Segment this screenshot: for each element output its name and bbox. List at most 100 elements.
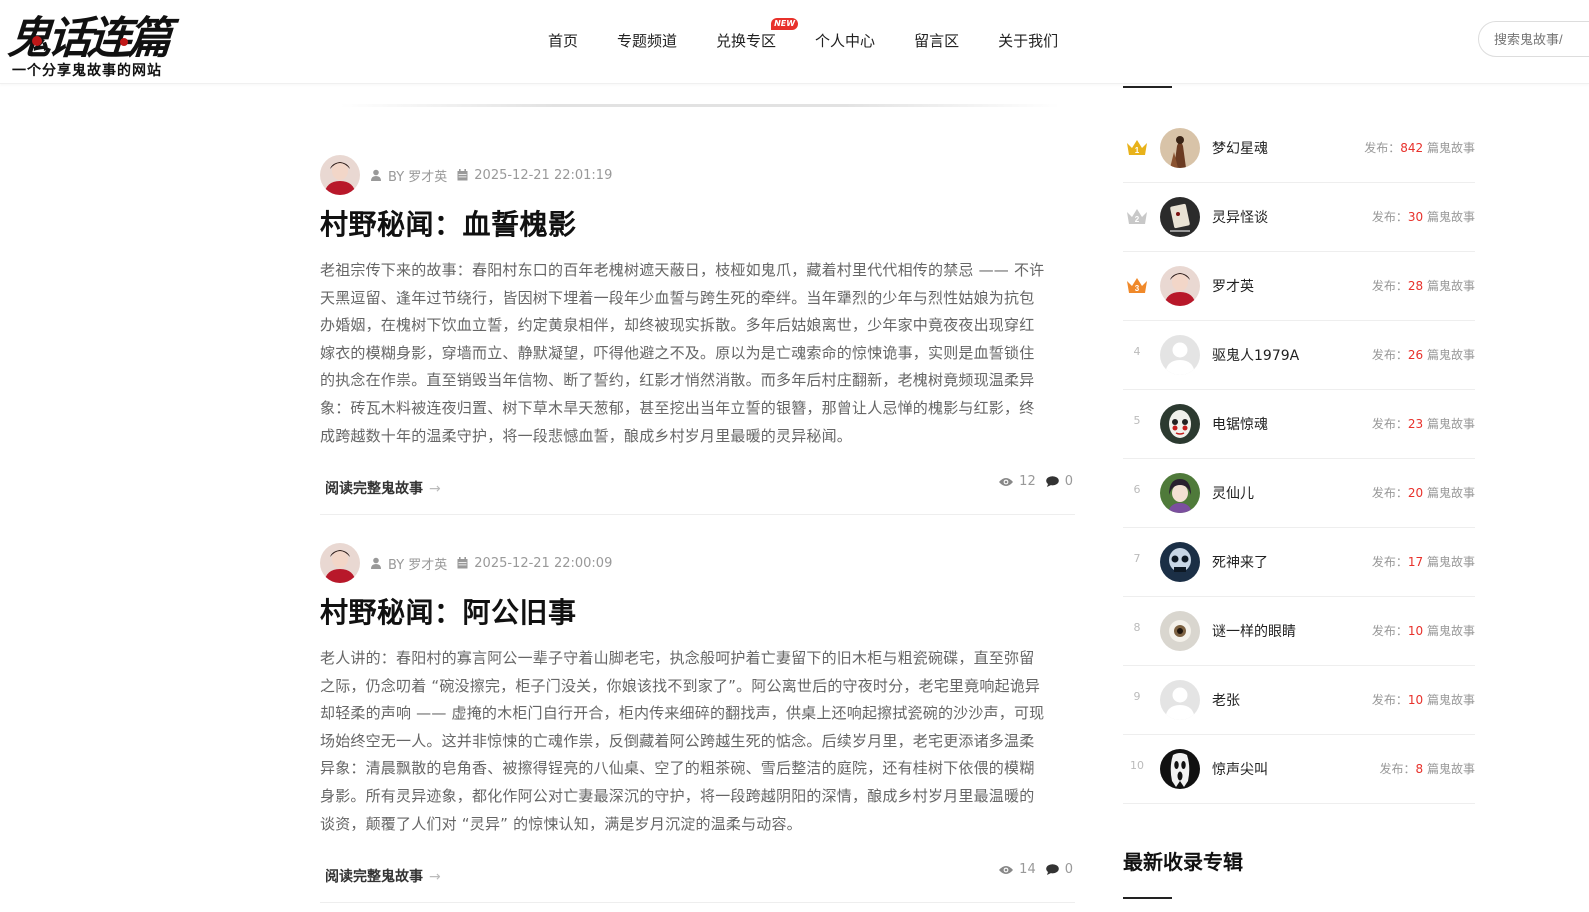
author-name: BY 罗才英 bbox=[388, 557, 448, 573]
post-count-prefix: 发布： bbox=[1371, 486, 1408, 500]
rank-number: 10 bbox=[1130, 759, 1144, 772]
user-icon bbox=[371, 169, 381, 181]
logo-red-dot bbox=[120, 38, 128, 46]
crown-icon: 1 bbox=[1127, 140, 1147, 155]
ranking-row[interactable]: 10 惊声尖叫 发布：8 篇鬼故事 bbox=[1123, 735, 1475, 804]
calendar-icon bbox=[457, 169, 468, 181]
excerpt-line: 谈资，颠覆了人们对 “灵异” 的惊悚认知，满是岁月沉淀的温柔与动容。 bbox=[320, 814, 802, 833]
nav-profile[interactable]: 个人中心 bbox=[815, 30, 875, 51]
arrow-right-icon: → bbox=[429, 481, 441, 498]
ranking-row[interactable]: 6 灵仙儿 发布：20 篇鬼故事 bbox=[1123, 459, 1475, 528]
author-meta[interactable]: BY 罗才英 bbox=[370, 166, 447, 185]
excerpt-line: 的执念在作祟。直至销毁当年信物、断了誓约，红影才悄然消散。而多年后村庄翻新，老槐… bbox=[320, 371, 1035, 390]
date-meta: 2025-12-21 22:01:19 bbox=[457, 168, 612, 183]
ranking-row[interactable]: 9 老张 发布：10 篇鬼故事 bbox=[1123, 666, 1475, 735]
excerpt-line: 天黑逗留、逢年过节绕行，皆因树下埋着一段年少血誓与跨生死的牵绊。当年犟烈的少年与… bbox=[320, 288, 1035, 307]
post-count-prefix: 发布： bbox=[1371, 210, 1408, 224]
search-input[interactable] bbox=[1478, 21, 1589, 57]
nav-exchange[interactable]: 兑换专区 NEW bbox=[716, 17, 799, 51]
author-avatar[interactable] bbox=[1160, 749, 1200, 789]
article-stats: 12 0 bbox=[999, 474, 1073, 489]
author-name[interactable]: 死神来了 bbox=[1212, 552, 1268, 572]
author-name[interactable]: 梦幻星魂 bbox=[1212, 138, 1268, 158]
author-name[interactable]: 电锯惊魂 bbox=[1212, 414, 1268, 434]
author-name[interactable]: 罗才英 bbox=[1212, 276, 1254, 296]
article-meta: BY 罗才英 2025-12-21 22:00:09 bbox=[320, 543, 1075, 583]
main-nav: 首页 专题频道 兑换专区 NEW 个人中心 留言区 关于我们 bbox=[548, 0, 1097, 80]
rank-number: 8 bbox=[1133, 621, 1141, 634]
article-title[interactable]: 村野秘闻：血誓槐影 bbox=[320, 205, 1075, 245]
ranking-row[interactable]: 2 灵异怪谈 发布：30 篇鬼故事 bbox=[1123, 183, 1475, 252]
author-name[interactable]: 谜一样的眼睛 bbox=[1212, 621, 1296, 641]
author-avatar[interactable] bbox=[1160, 266, 1200, 306]
author-avatar[interactable] bbox=[1160, 197, 1200, 237]
excerpt-line: 场始终空无一人。这并非惊悚的亡魂作祟，反倒藏着阿公跨越生死的惦念。后续岁月里，老… bbox=[320, 731, 1035, 750]
ranking-row[interactable]: 1 梦幻星魂 发布：842 篇鬼故事 bbox=[1123, 114, 1475, 183]
excerpt-line: 成跨越数十年的温柔守护，将一段悲憾血誓，酿成乡村岁月里最暖的灵异秘闻。 bbox=[320, 426, 853, 445]
excerpt-line: 之际，仍念叨着 “碗没擦完，柜子门没关，你娘该找不到家了”。阿公离世后的守夜时分… bbox=[320, 676, 1041, 695]
author-avatar[interactable] bbox=[1160, 611, 1200, 651]
latest-albums-title: 最新收录专辑 bbox=[1123, 850, 1243, 874]
article-title[interactable]: 村野秘闻：阿公旧事 bbox=[320, 593, 1075, 633]
post-count: 发布：28 篇鬼故事 bbox=[1372, 277, 1475, 294]
site-logo[interactable]: 鬼话连篇 一个分享鬼故事的网站 bbox=[6, 2, 188, 80]
author-name[interactable]: 灵异怪谈 bbox=[1212, 207, 1268, 227]
author-name[interactable]: 惊声尖叫 bbox=[1212, 759, 1268, 779]
ranking-row[interactable]: 7 死神来了 发布：17 篇鬼故事 bbox=[1123, 528, 1475, 597]
excerpt-line: 老人讲的：春阳村的寡言阿公一辈子守着山脚老宅，执念般呵护着亡妻留下的旧木柜与粗瓷… bbox=[320, 649, 1035, 667]
author-meta[interactable]: BY 罗才英 bbox=[370, 554, 447, 573]
comment-icon bbox=[1045, 864, 1059, 876]
author-avatar[interactable] bbox=[320, 543, 360, 583]
post-count-prefix: 发布： bbox=[1371, 693, 1408, 707]
nav-topics[interactable]: 专题频道 bbox=[617, 30, 677, 51]
author-avatar[interactable] bbox=[1160, 542, 1200, 582]
eye-icon bbox=[999, 477, 1014, 486]
post-count-prefix: 发布： bbox=[1371, 348, 1408, 362]
comment-icon bbox=[1045, 476, 1059, 488]
rank-number: 6 bbox=[1133, 483, 1141, 496]
post-count-number: 28 bbox=[1407, 279, 1424, 293]
ranking-row[interactable]: 8 谜一样的眼睛 发布：10 篇鬼故事 bbox=[1123, 597, 1475, 666]
article-excerpt: 老人讲的：春阳村的寡言阿公一辈子守着山脚老宅，执念般呵护着亡妻留下的旧木柜与粗瓷… bbox=[320, 645, 1075, 838]
ranking-row[interactable]: 3 罗才英 发布：28 篇鬼故事 bbox=[1123, 252, 1475, 321]
nav-about[interactable]: 关于我们 bbox=[998, 30, 1058, 51]
author-avatar[interactable] bbox=[1160, 473, 1200, 513]
post-count-prefix: 发布： bbox=[1371, 417, 1408, 431]
post-count-prefix: 发布： bbox=[1379, 762, 1416, 776]
article-footer: 阅读完整鬼故事 → 12 0 bbox=[320, 474, 1075, 510]
author-avatar[interactable] bbox=[1160, 128, 1200, 168]
nav-home[interactable]: 首页 bbox=[548, 30, 578, 51]
author-name[interactable]: 老张 bbox=[1212, 690, 1240, 710]
excerpt-line: 嫁衣的模糊身影，穿墙而立、静默凝望，吓得他避之不及。原以为是亡魂索命的惊悚诡事，… bbox=[320, 343, 1035, 362]
read-more-link[interactable]: 阅读完整鬼故事 → bbox=[325, 478, 441, 498]
author-avatar[interactable] bbox=[1160, 680, 1200, 720]
author-avatar[interactable] bbox=[320, 155, 360, 195]
nav-guestbook[interactable]: 留言区 bbox=[914, 30, 959, 51]
crown-icon: 2 bbox=[1127, 209, 1147, 224]
excerpt-line: 异象：清晨飘散的皂角香、被擦得锃亮的八仙桌、空了的粗茶碗、雪后整洁的庭院，还有桂… bbox=[320, 759, 1035, 778]
author-name[interactable]: 灵仙儿 bbox=[1212, 483, 1254, 503]
post-count-prefix: 发布： bbox=[1364, 141, 1401, 155]
post-count-suffix: 篇鬼故事 bbox=[1423, 762, 1475, 776]
post-count-prefix: 发布： bbox=[1371, 279, 1408, 293]
read-more-link[interactable]: 阅读完整鬼故事 → bbox=[325, 866, 441, 886]
author-avatar[interactable] bbox=[1160, 404, 1200, 444]
logo-subtitle: 一个分享鬼故事的网站 bbox=[12, 63, 162, 79]
calendar-icon bbox=[457, 557, 468, 569]
rank-number: 3 bbox=[1135, 284, 1140, 293]
ranking-row[interactable]: 4 驱鬼人1979A 发布：26 篇鬼故事 bbox=[1123, 321, 1475, 390]
excerpt-line: 身影。所有灵异迹象，都化作阿公对亡妻最深沉的守护，将一段跨越阴阳的深情，酿成乡村… bbox=[320, 786, 1035, 805]
post-count-suffix: 篇鬼故事 bbox=[1423, 141, 1475, 155]
post-count-number: 23 bbox=[1407, 417, 1424, 431]
post-count-number: 20 bbox=[1407, 486, 1424, 500]
site-header: 鬼话连篇 一个分享鬼故事的网站 首页 专题频道 兑换专区 NEW 个人中心 留言… bbox=[0, 0, 1589, 84]
author-name[interactable]: 驱鬼人1979A bbox=[1212, 345, 1299, 365]
new-badge: NEW bbox=[771, 17, 799, 30]
rank-number: 7 bbox=[1133, 552, 1141, 565]
excerpt-line: 办婚姻，在槐树下饮血立誓，约定黄泉相伴，却终被现实拆散。多年后姑娘离世，少年家中… bbox=[320, 316, 1035, 335]
ranking-row[interactable]: 5 电锯惊魂 发布：23 篇鬼故事 bbox=[1123, 390, 1475, 459]
post-count-prefix: 发布： bbox=[1371, 624, 1408, 638]
author-avatar[interactable] bbox=[1160, 335, 1200, 375]
sidebar-title-underline bbox=[1123, 86, 1172, 88]
post-count-number: 30 bbox=[1407, 210, 1424, 224]
